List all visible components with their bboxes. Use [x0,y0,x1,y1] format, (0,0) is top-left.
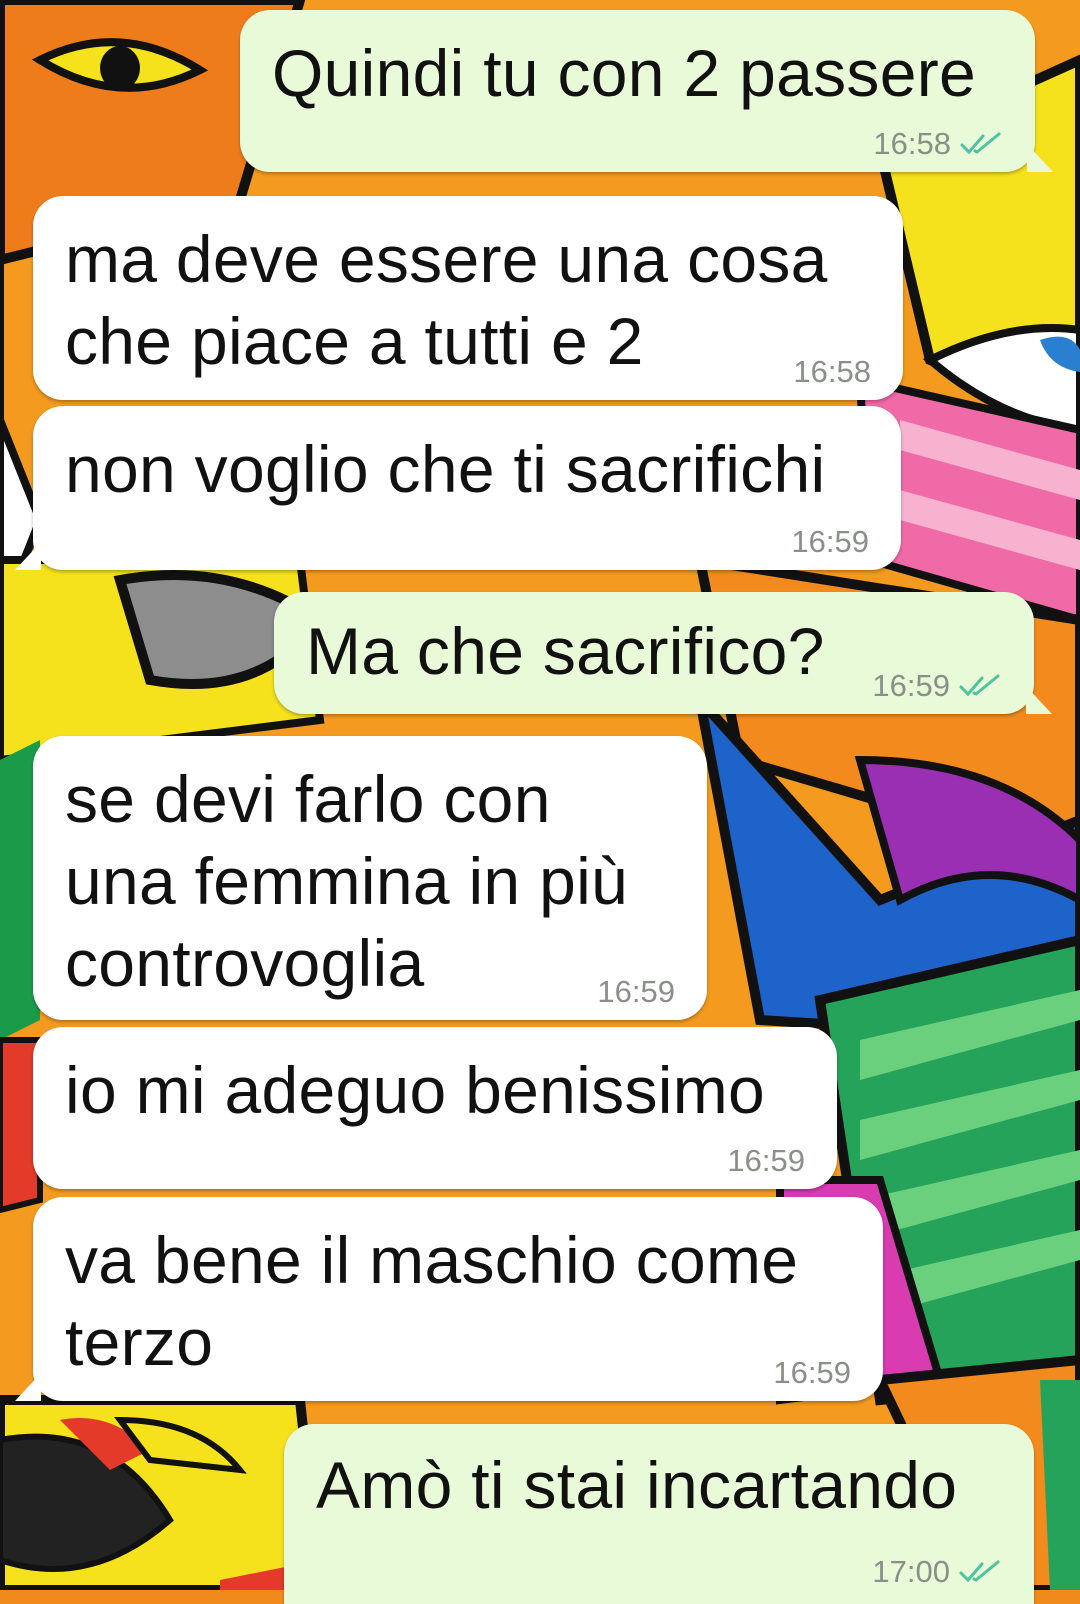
message-bubble-incoming[interactable]: non voglio che ti sacrifichi 16:59 [15,406,901,570]
message-bubble-incoming[interactable]: se devi farlo con una femmina in più con… [33,736,707,1020]
message-bubble-outgoing[interactable]: Quindi tu con 2 passere 16:58 [240,10,1053,172]
message-time: 17:00 [872,1554,950,1589]
message-time: 16:59 [773,1355,851,1390]
double-check-read-icon [959,674,1000,697]
message-text: ma deve essere una cosa che piace a tutt… [65,222,828,378]
message-text: non voglio che ti sacrifichi [65,432,826,506]
message-time: 16:58 [793,354,871,389]
message-meta: 16:58 [873,126,1003,162]
message-text: va bene il maschio come terzo [65,1223,799,1379]
message-time: 16:59 [791,524,869,559]
message-meta: 16:59 [773,1355,851,1391]
message-meta: 16:58 [793,354,871,390]
message-text: Ma che sacrifico? [306,614,825,688]
bubble-tail [15,542,41,570]
message-bubble-incoming[interactable]: ma deve essere una cosa che piace a tutt… [33,196,903,400]
bubble-tail [1027,144,1053,172]
message-time: 16:59 [597,974,675,1009]
message-meta: 17:00 [872,1554,1002,1590]
message-bubble-incoming[interactable]: io mi adeguo benissimo 16:59 [33,1027,837,1189]
message-time: 16:59 [727,1143,805,1178]
message-meta: 16:59 [727,1143,805,1179]
bubble-tail [1026,686,1052,714]
message-text: se devi farlo con una femmina in più con… [65,762,629,1000]
message-meta: 16:59 [872,668,1002,704]
message-text: io mi adeguo benissimo [65,1053,765,1127]
double-check-read-icon [960,132,1001,155]
double-check-read-icon [959,1560,1000,1583]
message-meta: 16:59 [791,524,869,560]
message-bubble-incoming[interactable]: va bene il maschio come terzo 16:59 [15,1197,883,1401]
message-text: Amò ti stai incartando [316,1448,958,1522]
bubble-tail [15,1373,41,1401]
message-time: 16:58 [873,126,951,161]
message-text: Quindi tu con 2 passere [272,36,976,110]
message-meta: 16:59 [597,974,675,1010]
message-time: 16:59 [872,668,950,703]
message-bubble-outgoing[interactable]: Amò ti stai incartando 17:00 [284,1424,1034,1604]
message-bubble-outgoing[interactable]: Ma che sacrifico? 16:59 [274,592,1052,714]
